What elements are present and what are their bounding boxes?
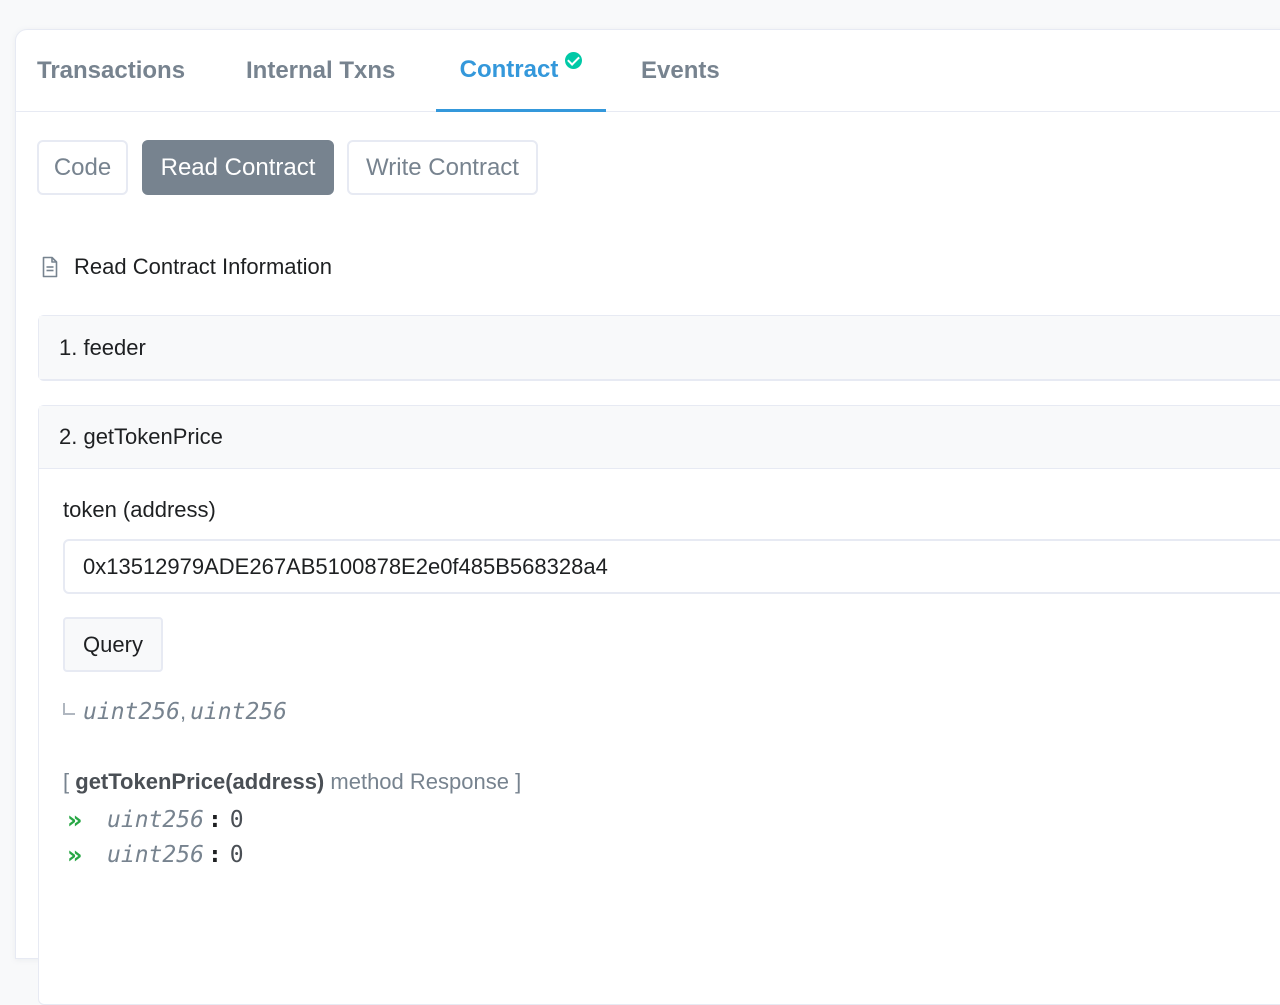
output-value: 0 <box>229 842 244 868</box>
double-chevron-right-icon: » <box>67 806 83 834</box>
output-colon: : <box>207 842 222 868</box>
write-contract-button[interactable]: Write Contract <box>347 140 538 195</box>
output-row: » uint256 : 0 <box>67 841 244 869</box>
response-header: [ getTokenPrice(address) method Response… <box>63 769 521 795</box>
output-value: 0 <box>229 807 244 833</box>
tab-bar: Transactions Internal Txns Contract Even… <box>16 30 1280 112</box>
token-param-label: token (address) <box>63 497 216 522</box>
function-get-token-price: 2. getTokenPrice token (address) Query u… <box>38 405 1280 1005</box>
function-label: 1. feeder <box>59 334 146 360</box>
tab-label: Transactions <box>37 57 186 84</box>
tab-label: Internal Txns <box>246 57 396 84</box>
response-suffix: method Response <box>330 769 509 794</box>
response-close: ] <box>515 769 522 794</box>
return-type: uint256 <box>83 699 180 725</box>
tab-contract[interactable]: Contract <box>436 30 606 112</box>
output-row: » uint256 : 0 <box>67 806 244 834</box>
output-colon: : <box>207 807 222 833</box>
document-icon <box>42 256 58 278</box>
verified-check-icon <box>565 52 583 69</box>
response-open: [ <box>63 769 70 794</box>
return-types: uint256 , uint256 <box>63 699 287 725</box>
query-button[interactable]: Query <box>63 617 163 672</box>
section-title-text: Read Contract Information <box>74 254 333 279</box>
section-title: Read Contract Information <box>42 254 332 280</box>
function-feeder: 1. feeder <box>38 315 1280 381</box>
tab-label: Events <box>641 57 720 84</box>
output-type: uint256 <box>107 842 204 868</box>
token-address-input[interactable] <box>63 539 1280 594</box>
code-button[interactable]: Code <box>37 140 128 195</box>
function-feeder-header[interactable]: 1. feeder <box>39 316 1280 379</box>
tab-transactions[interactable]: Transactions <box>37 30 185 112</box>
tab-internal-txns[interactable]: Internal Txns <box>246 30 395 112</box>
function-label: 2. getTokenPrice <box>59 424 223 449</box>
tab-events[interactable]: Events <box>641 30 720 112</box>
read-contract-button[interactable]: Read Contract <box>142 140 334 195</box>
contract-card: Transactions Internal Txns Contract Even… <box>15 29 1280 1005</box>
return-type: uint256 <box>190 699 287 725</box>
return-corner-icon <box>63 703 75 715</box>
function-get-token-price-header[interactable]: 2. getTokenPrice <box>39 406 1280 469</box>
return-separator: , <box>179 699 187 724</box>
double-chevron-right-icon: » <box>67 841 83 869</box>
tab-label: Contract <box>459 55 559 83</box>
response-method: getTokenPrice(address) <box>75 769 325 794</box>
output-type: uint256 <box>107 807 204 833</box>
